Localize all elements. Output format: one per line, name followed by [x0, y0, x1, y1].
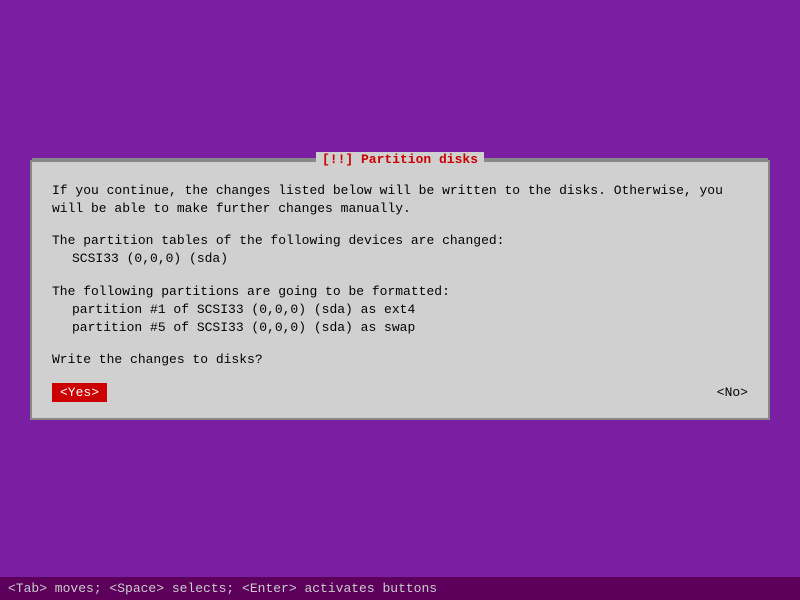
yes-button[interactable]: <Yes> — [52, 383, 107, 402]
format-section: The following partitions are going to be… — [52, 283, 748, 338]
format-item1: partition #1 of SCSI33 (0,0,0) (sda) as … — [72, 301, 748, 319]
partition-tables-item1: SCSI33 (0,0,0) (sda) — [72, 250, 748, 268]
partition-tables-heading: The partition tables of the following de… — [52, 232, 748, 250]
title-bar: [!!] Partition disks — [32, 152, 768, 167]
question-text: Write the changes to disks? — [52, 351, 748, 369]
desktop: [!!] Partition disks If you continue, th… — [0, 0, 800, 600]
status-bar: <Tab> moves; <Space> selects; <Enter> ac… — [0, 577, 800, 600]
format-item2: partition #5 of SCSI33 (0,0,0) (sda) as … — [72, 319, 748, 337]
button-row: <Yes> <No> — [52, 383, 748, 402]
dialog-window: [!!] Partition disks If you continue, th… — [30, 160, 770, 421]
dialog-content: If you continue, the changes listed belo… — [32, 162, 768, 419]
intro-line2: will be able to make further changes man… — [52, 200, 748, 218]
intro-section: If you continue, the changes listed belo… — [52, 182, 748, 218]
no-button[interactable]: <No> — [717, 385, 748, 400]
intro-line1: If you continue, the changes listed belo… — [52, 182, 748, 200]
dialog-title: [!!] Partition disks — [316, 152, 484, 167]
partition-tables-section: The partition tables of the following de… — [52, 232, 748, 268]
format-heading: The following partitions are going to be… — [52, 283, 748, 301]
question-section: Write the changes to disks? — [52, 351, 748, 369]
title-bar-line-right — [484, 158, 768, 160]
title-bar-line-left — [32, 158, 316, 160]
